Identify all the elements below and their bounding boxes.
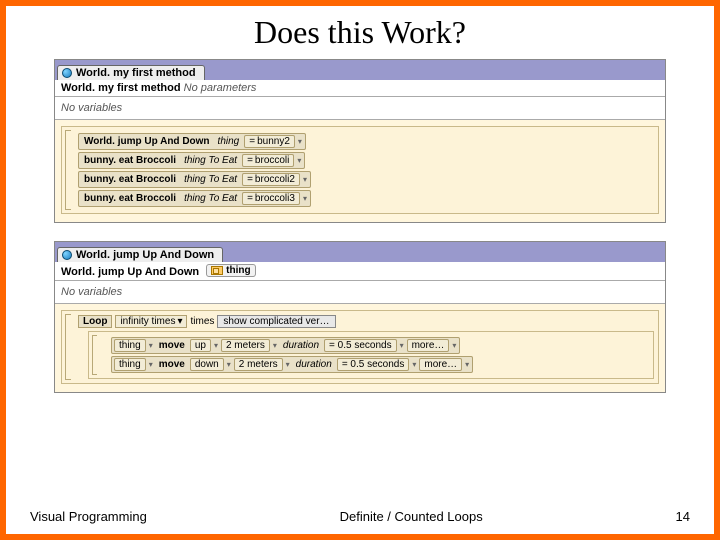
- more-dropdown[interactable]: more…: [419, 358, 462, 371]
- duration-dropdown[interactable]: = 0.5 seconds: [324, 339, 397, 352]
- move-tile[interactable]: thing▾ move down▾ 2 meters▾ duration = 0…: [111, 356, 473, 373]
- slide-content: World. my first method World. my first m…: [6, 59, 714, 503]
- dropdown-icon: ▾: [451, 341, 457, 350]
- duration-dropdown[interactable]: = 0.5 seconds: [337, 358, 410, 371]
- duration-label: duration: [293, 359, 335, 370]
- tab-bar: World. jump Up And Down: [55, 242, 665, 262]
- call-param-value[interactable]: = broccoli3: [242, 192, 300, 205]
- param-pill[interactable]: thing: [206, 264, 255, 277]
- dropdown-icon: ▾: [302, 194, 308, 203]
- call-param-name: thing To Eat: [181, 174, 240, 185]
- call-param-value[interactable]: = bunny2: [244, 135, 295, 148]
- no-variables-label: No variables: [55, 281, 665, 304]
- dropdown-icon: ▾: [148, 360, 154, 369]
- dropdown-icon: ▾: [297, 137, 303, 146]
- method-call-tile[interactable]: bunny. eat Broccoli thing To Eat = brocc…: [78, 152, 305, 169]
- method-signature: World. jump Up And Down thing: [55, 262, 665, 281]
- call-row[interactable]: bunny. eat Broccoli thing To Eat = brocc…: [78, 171, 654, 188]
- loop-header[interactable]: Loop infinity times▾ times show complica…: [78, 315, 336, 328]
- slide-title: Does this Work?: [6, 6, 714, 59]
- method-signature: World. my first method No parameters: [55, 80, 665, 97]
- method-body: Loop infinity times▾ times show complica…: [55, 304, 665, 392]
- no-variables-label: No variables: [55, 97, 665, 120]
- amount-dropdown[interactable]: 2 meters: [221, 339, 270, 352]
- method-call-tile[interactable]: bunny. eat Broccoli thing To Eat = brocc…: [78, 190, 311, 207]
- dropdown-icon: ▾: [296, 156, 302, 165]
- call-method: bunny. eat Broccoli: [81, 155, 179, 166]
- method-call-tile[interactable]: World. jump Up And Down thing = bunny2▾: [78, 133, 306, 150]
- dropdown-icon: ▾: [302, 175, 308, 184]
- move-tile[interactable]: thing▾ move up▾ 2 meters▾ duration = 0.5…: [111, 337, 460, 354]
- call-param-name: thing: [215, 136, 243, 147]
- call-method: World. jump Up And Down: [81, 136, 213, 147]
- call-param-name: thing To Eat: [181, 155, 240, 166]
- duration-label: duration: [280, 340, 322, 351]
- call-param-value[interactable]: = broccoli: [242, 154, 294, 167]
- verb: move: [156, 359, 188, 370]
- tab-jump-up-and-down[interactable]: World. jump Up And Down: [57, 247, 223, 262]
- target-dropdown[interactable]: thing: [114, 339, 146, 352]
- call-param-value[interactable]: = broccoli2: [242, 173, 300, 186]
- param-name: thing: [226, 265, 250, 276]
- target-dropdown[interactable]: thing: [114, 358, 146, 371]
- dropdown-icon: ▾: [399, 341, 405, 350]
- slide: Does this Work? World. my first method W…: [6, 6, 714, 534]
- footer-page-number: 14: [676, 509, 690, 524]
- world-icon: [62, 250, 72, 260]
- loop-count-dropdown[interactable]: infinity times▾: [115, 315, 187, 328]
- call-method: bunny. eat Broccoli: [81, 193, 179, 204]
- call-row[interactable]: World. jump Up And Down thing = bunny2▾: [78, 133, 654, 150]
- dropdown-icon: ▾: [177, 316, 182, 327]
- slide-footer: Visual Programming Definite / Counted Lo…: [6, 503, 714, 534]
- method-body: World. jump Up And Down thing = bunny2▾ …: [55, 120, 665, 222]
- dropdown-icon: ▾: [411, 360, 417, 369]
- dropdown-icon: ▾: [272, 341, 278, 350]
- loop-times-word: times: [190, 316, 214, 327]
- loop-keyword: Loop: [78, 315, 112, 328]
- statement-row[interactable]: thing▾ move up▾ 2 meters▾ duration = 0.5…: [111, 337, 650, 354]
- call-row[interactable]: bunny. eat Broccoli thing To Eat = brocc…: [78, 152, 654, 169]
- world-icon: [62, 68, 72, 78]
- dropdown-icon: ▾: [226, 360, 232, 369]
- direction-dropdown[interactable]: up: [190, 339, 211, 352]
- signature-name: World. jump Up And Down: [61, 266, 199, 278]
- amount-dropdown[interactable]: 2 meters: [234, 358, 283, 371]
- do-in-order-block[interactable]: World. jump Up And Down thing = bunny2▾ …: [61, 126, 659, 214]
- do-in-order-block[interactable]: Loop infinity times▾ times show complica…: [61, 310, 659, 384]
- verb: move: [156, 340, 188, 351]
- statement-row[interactable]: thing▾ move down▾ 2 meters▾ duration = 0…: [111, 356, 650, 373]
- method-call-tile[interactable]: bunny. eat Broccoli thing To Eat = brocc…: [78, 171, 311, 188]
- dropdown-icon: ▾: [464, 360, 470, 369]
- footer-center: Definite / Counted Loops: [340, 509, 483, 524]
- object-icon: [211, 266, 223, 275]
- dropdown-icon: ▾: [213, 341, 219, 350]
- signature-name: World. my first method: [61, 82, 181, 94]
- method-panel-1: World. my first method World. my first m…: [54, 59, 666, 223]
- direction-dropdown[interactable]: down: [190, 358, 224, 371]
- call-row[interactable]: bunny. eat Broccoli thing To Eat = brocc…: [78, 190, 654, 207]
- loop-body[interactable]: thing▾ move up▾ 2 meters▾ duration = 0.5…: [88, 331, 654, 379]
- tab-label: World. my first method: [76, 67, 196, 79]
- call-method: bunny. eat Broccoli: [81, 174, 179, 185]
- tab-my-first-method[interactable]: World. my first method: [57, 65, 205, 80]
- signature-params: No parameters: [184, 82, 257, 94]
- method-panel-2: World. jump Up And Down World. jump Up A…: [54, 241, 666, 393]
- tab-bar: World. my first method: [55, 60, 665, 80]
- show-complicated-button[interactable]: show complicated ver…: [217, 315, 335, 328]
- call-param-name: thing To Eat: [181, 193, 240, 204]
- dropdown-icon: ▾: [285, 360, 291, 369]
- more-dropdown[interactable]: more…: [407, 339, 450, 352]
- tab-label: World. jump Up And Down: [76, 249, 214, 261]
- dropdown-icon: ▾: [148, 341, 154, 350]
- footer-left: Visual Programming: [30, 509, 147, 524]
